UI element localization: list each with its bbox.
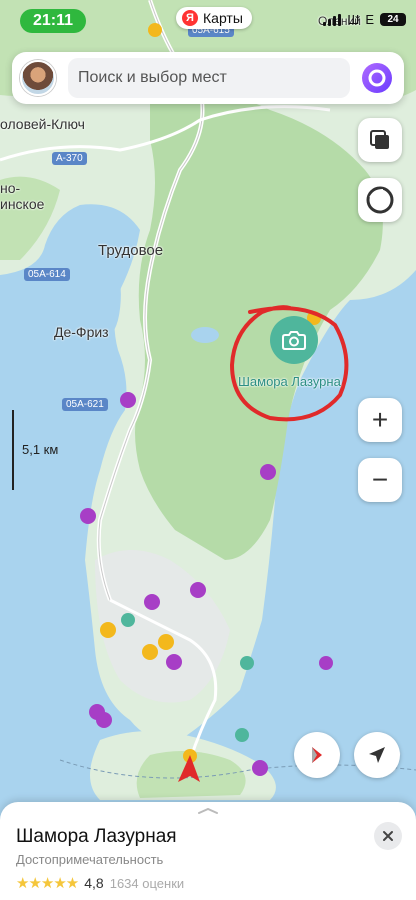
poi-pin: [142, 644, 158, 660]
rating-value: 4,8: [84, 875, 104, 891]
search-input[interactable]: [68, 58, 350, 98]
battery-icon: 24: [380, 13, 406, 26]
layers-icon: [370, 130, 389, 149]
poi-pin: [235, 728, 249, 742]
ratings-count: 1634 оценки: [109, 875, 185, 891]
rating-row: ★★★★★ 4,8 1634 оценки: [16, 874, 184, 892]
yandex-logo-icon: Я: [182, 10, 198, 26]
place-card-sheet[interactable]: Шамора Лазурная Достопримечательность ★★…: [0, 802, 416, 900]
zoom-out-button[interactable]: −: [358, 458, 402, 502]
map-scale-bar: [12, 410, 14, 490]
compass-icon: [312, 747, 322, 763]
plus-icon: +: [371, 404, 389, 435]
map-canvas[interactable]: [0, 0, 416, 900]
poi-pin: [240, 656, 254, 670]
poi-pin: [144, 594, 160, 610]
map-label-defriz: Де-Фриз: [54, 324, 109, 340]
road-badge-614: 05А-614: [24, 268, 70, 281]
search-bar: [12, 52, 404, 104]
back-to-app-pill[interactable]: Я Карты: [176, 7, 252, 29]
map-label-solovey: оловей-Ключ: [0, 116, 85, 132]
poi-pin: [158, 634, 174, 650]
road-badge-a370: А-370: [52, 152, 87, 165]
navigation-arrow-icon: [369, 747, 385, 763]
map-label-nov2: инское: [0, 196, 45, 212]
camera-icon: [282, 331, 306, 350]
minus-icon: −: [371, 464, 389, 495]
rating-stars-icon: ★★★★★: [16, 875, 79, 892]
selected-place-pin[interactable]: [270, 316, 318, 364]
lake: [191, 327, 219, 343]
status-time: 21:11: [20, 9, 86, 33]
poi-pin: [100, 622, 116, 638]
signal-icon: [323, 13, 342, 26]
alice-voice-button[interactable]: [358, 59, 396, 97]
close-button[interactable]: [374, 822, 402, 850]
network-label: E: [365, 12, 374, 27]
app-name: Карты: [203, 10, 243, 26]
avatar[interactable]: [20, 60, 56, 96]
poi-pin: [166, 654, 182, 670]
poi-pin: [121, 613, 135, 627]
layers-button[interactable]: [358, 118, 402, 162]
my-location-button[interactable]: [354, 732, 400, 778]
compass-button[interactable]: [294, 732, 340, 778]
poi-pin: [252, 760, 268, 776]
poi-pin: [80, 508, 96, 524]
chevron-up-icon[interactable]: [198, 808, 218, 814]
traffic-button[interactable]: [358, 178, 402, 222]
traffic-icon: [366, 186, 394, 214]
poi-pin: [260, 464, 276, 480]
map-label-trudovoe: Трудовое: [98, 242, 164, 259]
close-icon: [383, 831, 393, 841]
poi-pin: [120, 392, 136, 408]
forest-area: [135, 92, 383, 560]
map-label-nov: но-: [0, 180, 21, 196]
poi-pin: [190, 582, 206, 598]
alice-icon: [362, 63, 392, 93]
place-category: Достопримечательность: [16, 852, 164, 867]
zoom-in-button[interactable]: +: [358, 398, 402, 442]
status-bar: 21:11 Я Карты Ш E 24: [0, 0, 416, 40]
poi-pin: [96, 712, 112, 728]
poi-pin: [319, 656, 333, 670]
carrier-label: Ш: [347, 12, 360, 27]
selected-place-label[interactable]: Шамора Лазурна: [238, 374, 341, 389]
road-badge-621: 05А-621: [62, 398, 108, 411]
place-title: Шамора Лазурная: [16, 826, 177, 847]
map-scale-label: 5,1 км: [22, 442, 59, 457]
status-right: Ш E 24: [323, 12, 406, 27]
